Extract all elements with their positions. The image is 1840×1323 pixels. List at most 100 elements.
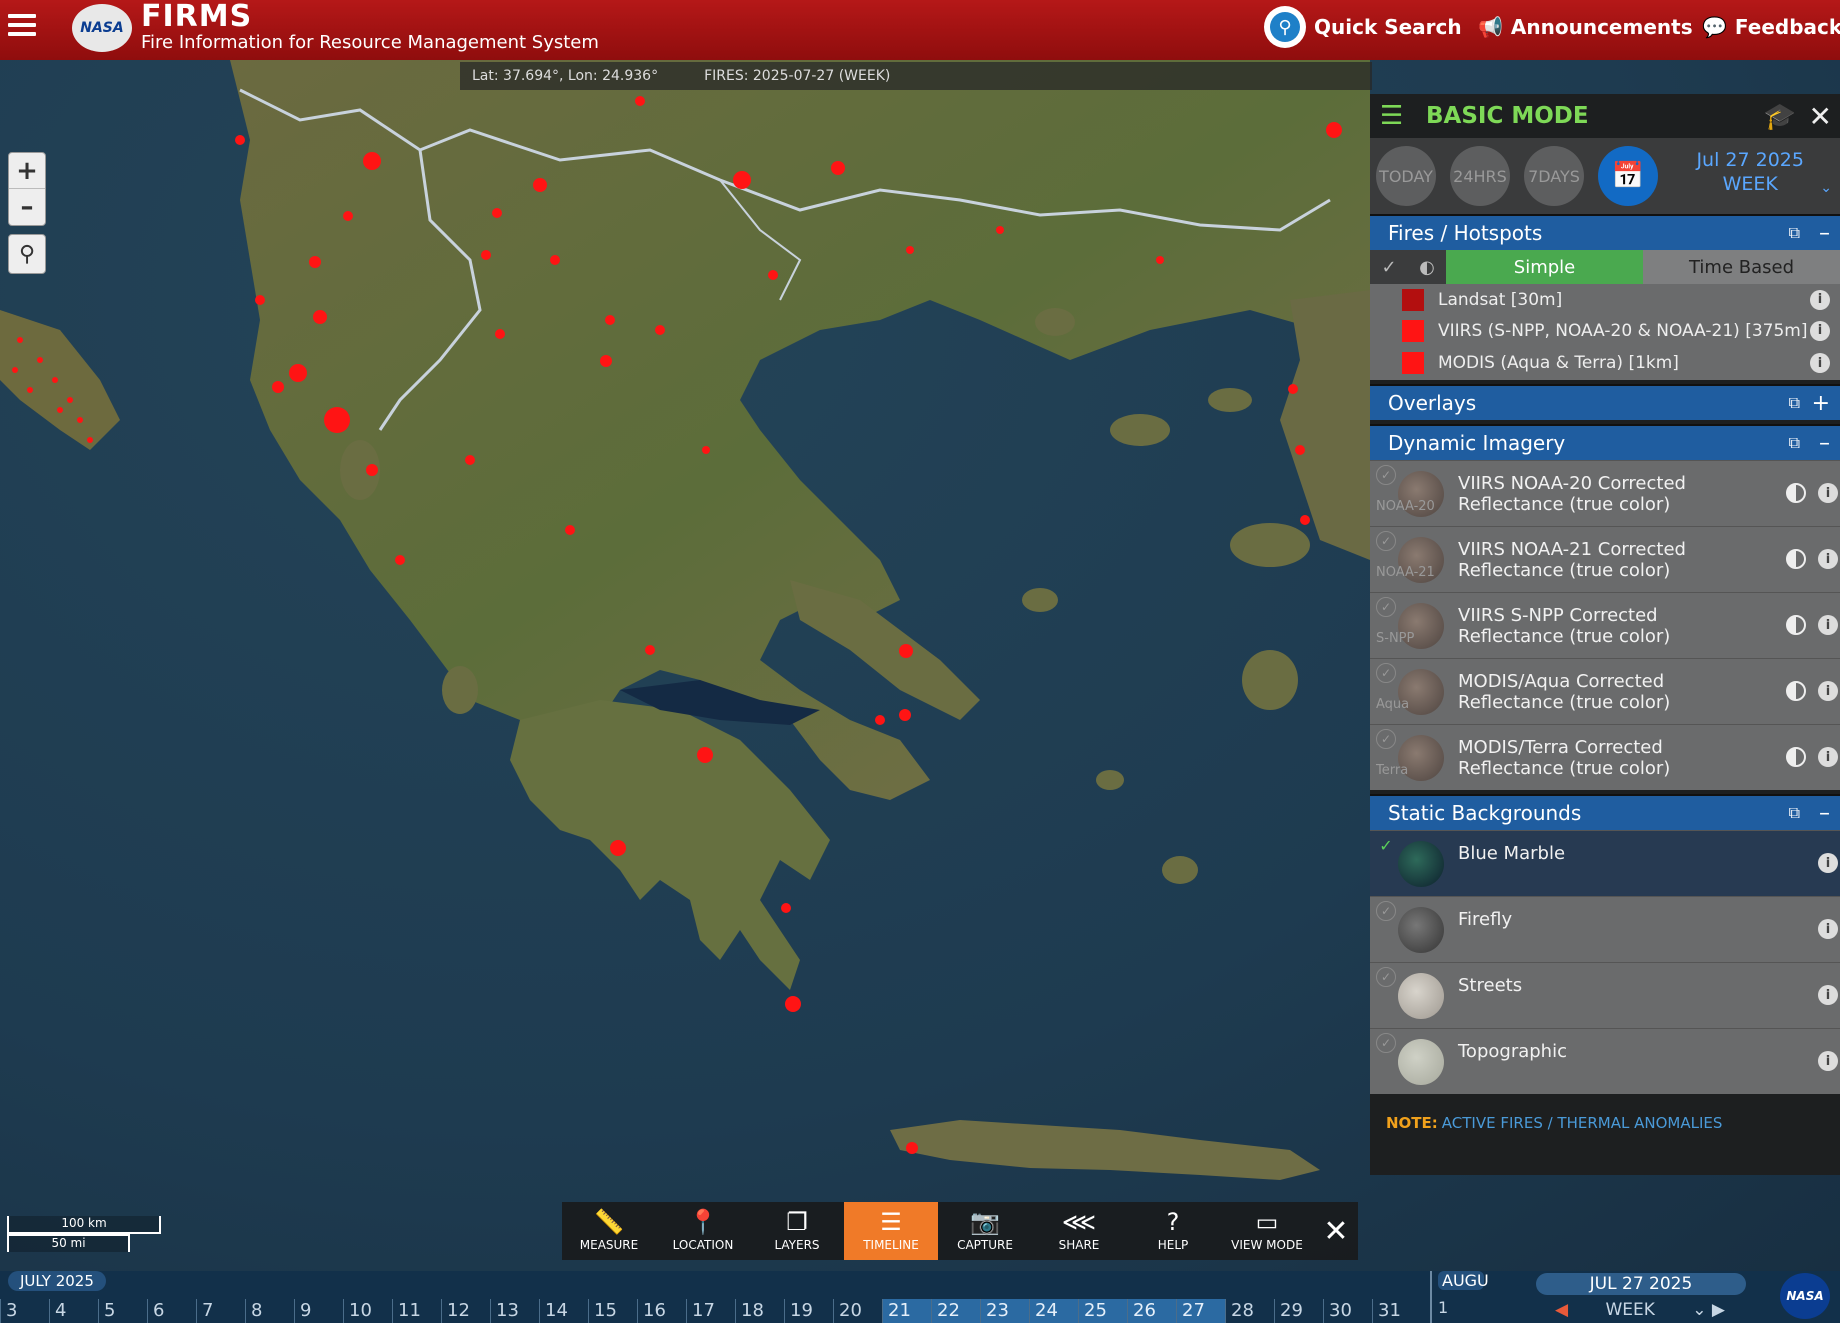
- info-icon[interactable]: i: [1818, 985, 1838, 1005]
- opacity-icon[interactable]: [1786, 747, 1806, 767]
- timeline-day[interactable]: 21: [882, 1299, 931, 1323]
- brand[interactable]: FIRMS Fire Information for Resource Mana…: [141, 0, 599, 52]
- layer-checkbox[interactable]: ✓: [1376, 663, 1396, 683]
- layer-checkbox[interactable]: ✓: [1376, 729, 1396, 749]
- layer-checkbox[interactable]: ✓: [1376, 967, 1396, 987]
- close-panel-icon[interactable]: ✕: [1809, 100, 1832, 133]
- help-button[interactable]: ? HELP: [1126, 1202, 1220, 1260]
- timeline-day[interactable]: 25: [1078, 1299, 1127, 1323]
- opacity-icon[interactable]: [1786, 549, 1806, 569]
- timeline-day[interactable]: 31: [1372, 1299, 1421, 1323]
- fires-checkbox[interactable]: ✓: [1370, 250, 1408, 284]
- feedback-button[interactable]: 💬 Feedback: [1702, 10, 1840, 44]
- timeline-day[interactable]: 14: [539, 1299, 588, 1323]
- time-based-tab[interactable]: Time Based: [1643, 250, 1840, 284]
- static-layer-row[interactable]: ✓ Topographic i: [1370, 1028, 1840, 1094]
- timeline-date[interactable]: JUL 27 2025: [1536, 1273, 1746, 1295]
- timeline-day[interactable]: 18: [735, 1299, 784, 1323]
- zoom-out-button[interactable]: –: [9, 189, 45, 225]
- dynamic-layer-row[interactable]: ✓ Terra MODIS/Terra Corrected Reflectance (…: [1370, 724, 1840, 790]
- timeline-day[interactable]: 22: [931, 1299, 980, 1323]
- locate-button[interactable]: ⚲: [8, 234, 46, 274]
- info-icon[interactable]: i: [1810, 320, 1830, 341]
- timeline-day[interactable]: 8: [245, 1299, 294, 1323]
- opacity-icon[interactable]: [1786, 615, 1806, 635]
- next-month-day[interactable]: 1: [1438, 1298, 1484, 1317]
- info-icon[interactable]: i: [1818, 747, 1838, 767]
- info-icon[interactable]: i: [1818, 549, 1838, 569]
- timeline-day[interactable]: 5: [98, 1299, 147, 1323]
- graduation-cap-icon[interactable]: 🎓: [1764, 102, 1796, 132]
- layer-checkbox[interactable]: ✓: [1376, 835, 1396, 855]
- today-button[interactable]: TODAY: [1376, 146, 1436, 206]
- location-button[interactable]: 📍 LOCATION: [656, 1202, 750, 1260]
- note-link[interactable]: ACTIVE FIRES / THERMAL ANOMALIES: [1442, 1114, 1723, 1132]
- timeline-day[interactable]: 9: [294, 1299, 343, 1323]
- dynamic-layer-row[interactable]: ✓ Aqua MODIS/Aqua Corrected Reflectance (tr…: [1370, 658, 1840, 724]
- timeline-day[interactable]: 30: [1323, 1299, 1372, 1323]
- overlays-section-header[interactable]: Overlays ⧉ +: [1370, 384, 1840, 420]
- timeline-day[interactable]: 27: [1176, 1299, 1225, 1323]
- info-icon[interactable]: i: [1818, 615, 1838, 635]
- layer-checkbox[interactable]: ✓: [1376, 1033, 1396, 1053]
- timeline-day[interactable]: 11: [392, 1299, 441, 1323]
- 7days-button[interactable]: 7DAYS: [1524, 146, 1584, 206]
- simple-tab[interactable]: Simple: [1446, 250, 1643, 284]
- timeline-day[interactable]: 6: [147, 1299, 196, 1323]
- quick-search-button[interactable]: ⚲ Quick Search: [1264, 4, 1462, 50]
- announcements-button[interactable]: 📢 Announcements: [1478, 10, 1693, 44]
- layer-checkbox[interactable]: ✓: [1376, 465, 1396, 485]
- dynamic-layer-row[interactable]: ✓ S-NPP VIIRS S-NPP Corrected Reflectance (…: [1370, 592, 1840, 658]
- dynamic-layer-row[interactable]: ✓ NOAA-21 VIIRS NOAA-21 Corrected Reflectan…: [1370, 526, 1840, 592]
- view-mode-button[interactable]: ▭ VIEW MODE: [1220, 1202, 1314, 1260]
- timeline-day[interactable]: 13: [490, 1299, 539, 1323]
- info-icon[interactable]: i: [1818, 681, 1838, 701]
- dynamic-section-header[interactable]: Dynamic Imagery ⧉ –: [1370, 424, 1840, 460]
- timeline-day[interactable]: 28: [1225, 1299, 1274, 1323]
- panel-menu-icon[interactable]: ☰: [1380, 101, 1414, 131]
- info-icon[interactable]: i: [1818, 1051, 1838, 1071]
- static-layer-row[interactable]: ✓ Firefly i: [1370, 896, 1840, 962]
- opacity-icon[interactable]: ◐: [1408, 250, 1446, 284]
- timeline-period-select[interactable]: ◀ WEEK ⌄ ▶: [1555, 1299, 1725, 1321]
- info-icon[interactable]: i: [1818, 483, 1838, 503]
- collapse-icon[interactable]: –: [1819, 431, 1830, 456]
- nasa-logo[interactable]: NASA: [72, 4, 132, 52]
- static-layer-row[interactable]: ✓ Streets i: [1370, 962, 1840, 1028]
- layer-checkbox[interactable]: ✓: [1376, 531, 1396, 551]
- timeline[interactable]: JULY 2025 3 4 5 6 7 8 9 10 11 12 13 14 15 16 17 18 19 20 2…: [0, 1271, 1840, 1323]
- popout-icon[interactable]: ⧉: [1789, 393, 1800, 413]
- opacity-icon[interactable]: [1786, 483, 1806, 503]
- timeline-day[interactable]: 12: [441, 1299, 490, 1323]
- fires-section-header[interactable]: Fires / Hotspots ⧉ –: [1370, 214, 1840, 250]
- info-icon[interactable]: i: [1818, 853, 1838, 873]
- static-section-header[interactable]: Static Backgrounds ⧉ –: [1370, 794, 1840, 830]
- info-icon[interactable]: i: [1818, 919, 1838, 939]
- info-icon[interactable]: i: [1810, 353, 1830, 373]
- skip-back-icon[interactable]: ◀: [1555, 1300, 1568, 1320]
- capture-button[interactable]: 📷 CAPTURE: [938, 1202, 1032, 1260]
- timeline-day[interactable]: 15: [588, 1299, 637, 1323]
- timeline-day[interactable]: 16: [637, 1299, 686, 1323]
- collapse-icon[interactable]: –: [1819, 801, 1830, 826]
- timeline-day[interactable]: 20: [833, 1299, 882, 1323]
- timeline-day[interactable]: 29: [1274, 1299, 1323, 1323]
- calendar-button[interactable]: 📅: [1598, 146, 1658, 206]
- opacity-icon[interactable]: [1786, 681, 1806, 701]
- popout-icon[interactable]: ⧉: [1789, 803, 1800, 823]
- share-button[interactable]: ⋘ SHARE: [1032, 1202, 1126, 1260]
- layer-checkbox[interactable]: ✓: [1376, 901, 1396, 921]
- fire-layer-landsat[interactable]: Landsat [30m] i: [1370, 284, 1840, 315]
- timeline-button[interactable]: ☰ TIMELINE: [844, 1202, 938, 1260]
- timeline-day[interactable]: 7: [196, 1299, 245, 1323]
- dynamic-layer-row[interactable]: ✓ NOAA-20 VIIRS NOAA-20 Corrected Reflectan…: [1370, 460, 1840, 526]
- timeline-day[interactable]: 19: [784, 1299, 833, 1323]
- menu-icon[interactable]: [8, 14, 36, 38]
- layer-checkbox[interactable]: ✓: [1376, 597, 1396, 617]
- timeline-day[interactable]: 4: [49, 1299, 98, 1323]
- timeline-day[interactable]: 10: [343, 1299, 392, 1323]
- layers-button[interactable]: ❐ LAYERS: [750, 1202, 844, 1260]
- collapse-icon[interactable]: –: [1819, 221, 1830, 246]
- fire-layer-viirs[interactable]: VIIRS (S-NPP, NOAA-20 & NOAA-21) [375m] …: [1370, 315, 1840, 346]
- timeline-day[interactable]: 24: [1029, 1299, 1078, 1323]
